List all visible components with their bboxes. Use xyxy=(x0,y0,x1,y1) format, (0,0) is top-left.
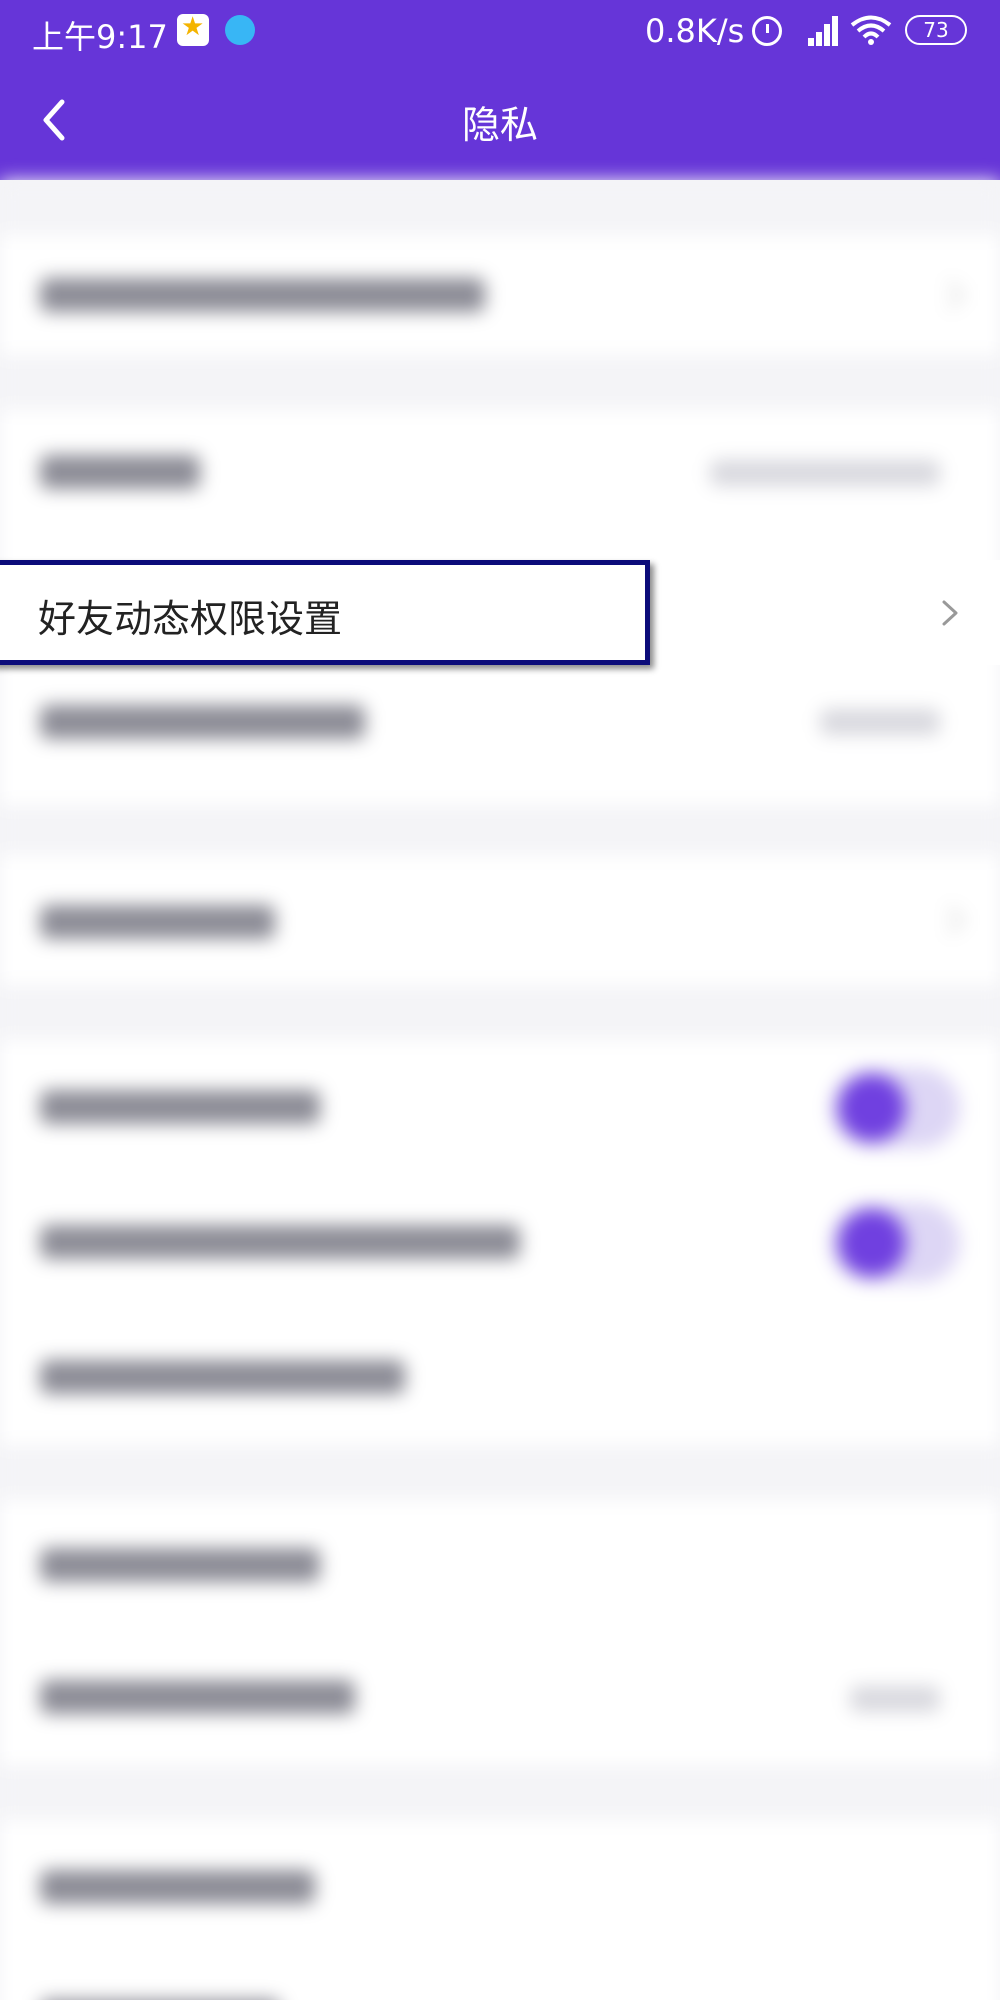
header: 上午9:17 0.8K/s 73 隐私 xyxy=(0,0,1000,180)
blurred-settings-list xyxy=(0,180,1000,2000)
baidu-watermark: Bai du 经验 jingyan.baidu.com xyxy=(765,1900,975,2000)
alarm-icon xyxy=(752,16,782,46)
list-item[interactable] xyxy=(0,1310,1000,1445)
friend-feed-permission-item[interactable]: 好友动态权限设置 xyxy=(0,560,1000,665)
status-time: 上午9:17 xyxy=(32,18,168,56)
list-item[interactable] xyxy=(0,1630,1000,1765)
list-item[interactable] xyxy=(0,235,1000,355)
battery-icon: 73 xyxy=(905,15,967,45)
list-item[interactable] xyxy=(0,665,1000,805)
navbar: 隐私 xyxy=(0,62,1000,180)
list-item[interactable] xyxy=(0,1500,1000,1630)
list-item[interactable] xyxy=(0,1040,1000,1175)
signal-icon xyxy=(798,14,838,46)
browser-app-icon xyxy=(225,15,255,45)
friend-feed-permission-label: 好友动态权限设置 xyxy=(38,597,343,641)
network-speed: 0.8K/s xyxy=(645,12,745,50)
chevron-right-icon xyxy=(942,600,958,626)
page-title: 隐私 xyxy=(461,103,538,147)
star-app-icon xyxy=(177,12,209,46)
list-item[interactable] xyxy=(0,855,1000,985)
list-item[interactable] xyxy=(0,410,1000,535)
watermark-url: jingyan.baidu.com xyxy=(775,1958,923,1977)
status-bar: 上午9:17 0.8K/s 73 xyxy=(0,0,1000,62)
wifi-icon xyxy=(850,15,892,45)
list-item[interactable] xyxy=(0,1175,1000,1310)
